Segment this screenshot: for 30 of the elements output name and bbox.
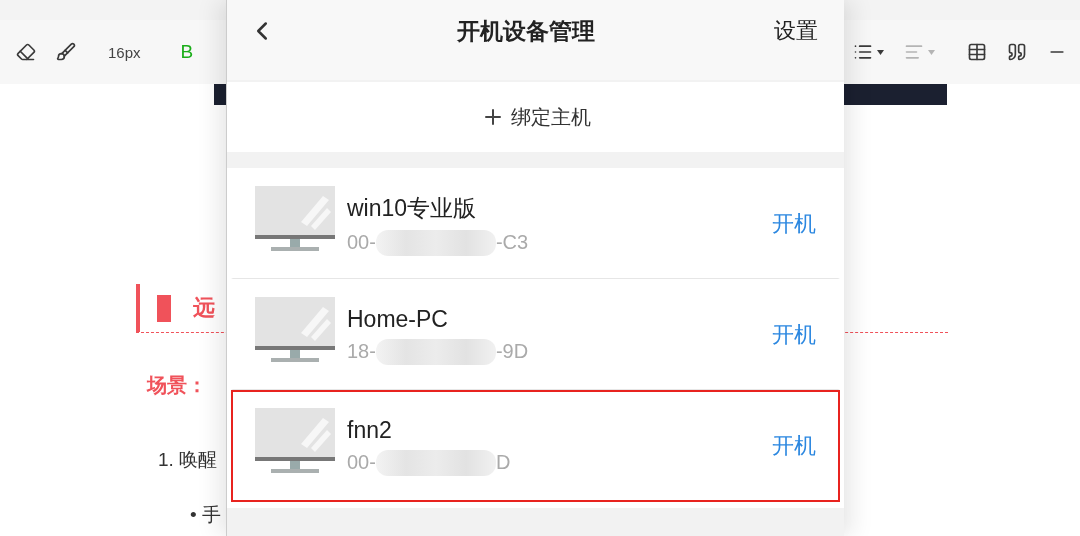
mac-address-start: 00- bbox=[347, 231, 376, 254]
list-icon[interactable] bbox=[853, 42, 874, 62]
mac-address-end: D bbox=[495, 451, 511, 474]
device-name: fnn2 bbox=[347, 416, 393, 444]
eraser-icon[interactable] bbox=[16, 42, 36, 62]
device-name: Home-PC bbox=[347, 305, 449, 333]
font-size-select[interactable]: 16px bbox=[108, 43, 141, 61]
settings-button[interactable]: 设置 bbox=[774, 16, 818, 46]
caret-icon bbox=[877, 49, 885, 55]
scene-label: 场景： bbox=[147, 373, 208, 398]
power-on-button[interactable]: 开机 bbox=[772, 209, 816, 239]
brush-icon[interactable] bbox=[56, 42, 76, 62]
heading-mark bbox=[157, 294, 171, 322]
mac-address-end: -C3 bbox=[495, 231, 529, 254]
heading-text: 远 bbox=[193, 294, 215, 322]
bind-host-button[interactable]: 绑定主机 bbox=[227, 82, 844, 152]
device-name: win10专业版 bbox=[347, 193, 478, 223]
quote-icon[interactable] bbox=[1007, 42, 1028, 62]
dark-block bbox=[214, 84, 226, 105]
table-icon[interactable] bbox=[967, 42, 988, 62]
bold-button[interactable]: B bbox=[180, 41, 194, 63]
list-item-text: 1. 唤醒 bbox=[158, 448, 219, 472]
mac-address-end: -9D bbox=[495, 340, 529, 363]
power-on-button[interactable]: 开机 bbox=[772, 431, 816, 461]
mac-address-start: 18- bbox=[347, 340, 376, 363]
caret-icon bbox=[928, 49, 936, 55]
mac-address-start: 00- bbox=[347, 451, 376, 474]
power-on-button[interactable]: 开机 bbox=[772, 320, 816, 350]
bullet-item-text: • 手 bbox=[190, 503, 222, 527]
dialog-title: 开机设备管理 bbox=[456, 16, 595, 46]
